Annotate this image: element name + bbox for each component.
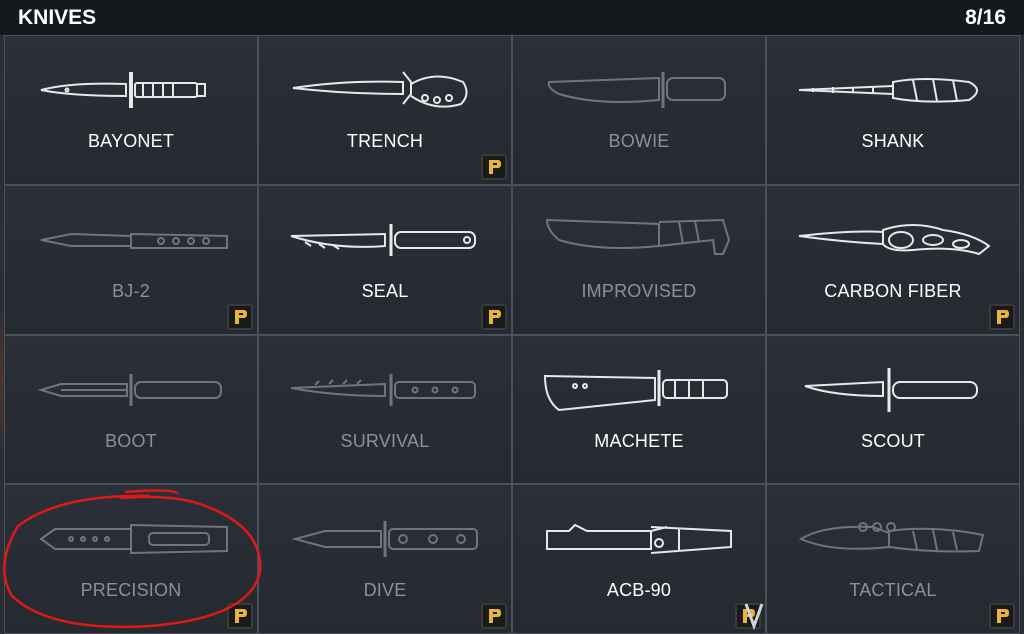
knife-name: SHANK bbox=[861, 131, 925, 151]
seal-knife-icon bbox=[290, 223, 476, 256]
premium-badge-icon bbox=[227, 303, 253, 330]
bowie-knife-icon bbox=[547, 72, 726, 108]
knife-tile-scout[interactable]: SCOUT bbox=[767, 335, 1019, 484]
knife-tile-shank[interactable]: SHANK bbox=[767, 36, 1019, 184]
knife-tile-seal[interactable]: SEAL bbox=[259, 185, 511, 334]
acb-90-knife-icon bbox=[546, 524, 732, 555]
category-header: KNIVES 8/16 bbox=[0, 0, 1024, 35]
knife-tile-bj-2[interactable]: BJ-2 bbox=[5, 185, 257, 334]
premium-badge-icon bbox=[481, 603, 507, 629]
knife-grid: BAYONET TRENCH BOWIE SHANK BJ-2 SEAL IMP… bbox=[4, 35, 1020, 634]
premium-badge-icon bbox=[989, 603, 1015, 629]
knife-tile-survival[interactable]: SURVIVAL bbox=[259, 335, 511, 484]
knife-name: DIVE bbox=[363, 580, 407, 601]
dive-knife-icon bbox=[291, 521, 478, 558]
knife-name: SEAL bbox=[361, 280, 409, 301]
bayonet-knife-icon bbox=[40, 72, 206, 108]
bj-2-knife-icon bbox=[40, 232, 228, 249]
knife-tile-trench[interactable]: TRENCH bbox=[259, 36, 511, 184]
knife-tile-tactical[interactable]: TACTICAL bbox=[767, 485, 1019, 633]
shank-knife-icon bbox=[798, 78, 978, 103]
machete-knife-icon bbox=[543, 369, 728, 411]
scout-knife-icon bbox=[804, 367, 978, 412]
boot-knife-icon bbox=[37, 373, 222, 406]
knife-name: TACTICAL bbox=[849, 580, 937, 601]
knife-name: BAYONET bbox=[87, 131, 175, 151]
knife-tile-bayonet[interactable]: BAYONET bbox=[5, 36, 257, 184]
survival-knife-icon bbox=[290, 373, 476, 406]
knife-name: BOOT bbox=[105, 430, 157, 451]
knife-name: ACB-90 bbox=[606, 580, 672, 601]
knife-name: BJ-2 bbox=[112, 280, 150, 301]
knife-name: PRECISION bbox=[80, 580, 182, 601]
premium-badge-icon bbox=[227, 603, 253, 629]
knife-name: SCOUT bbox=[861, 430, 925, 451]
knife-tile-acb-90[interactable]: ACB-90 bbox=[513, 485, 765, 633]
trench-knife-icon bbox=[292, 71, 468, 108]
knife-name: IMPROVISED bbox=[581, 280, 697, 301]
chevron-down-icon[interactable] bbox=[742, 600, 766, 630]
precision-knife-icon bbox=[39, 524, 228, 555]
premium-badge-icon bbox=[989, 303, 1015, 330]
knife-name: BOWIE bbox=[608, 131, 670, 151]
knife-name: TRENCH bbox=[346, 131, 424, 151]
knife-name: MACHETE bbox=[594, 430, 684, 451]
knife-name: SURVIVAL bbox=[340, 430, 430, 451]
premium-badge-icon bbox=[481, 303, 507, 330]
category-title: KNIVES bbox=[18, 5, 97, 29]
knife-tile-precision[interactable]: PRECISION bbox=[5, 485, 257, 633]
carbon-fiber-knife-icon bbox=[798, 223, 991, 255]
knife-tile-bowie[interactable]: BOWIE bbox=[513, 36, 765, 184]
knife-tile-improvised[interactable]: IMPROVISED bbox=[513, 185, 765, 334]
knife-name: CARBON FIBER bbox=[824, 280, 962, 301]
knife-tile-boot[interactable]: BOOT bbox=[5, 335, 257, 484]
tactical-knife-icon bbox=[798, 522, 985, 553]
knife-tile-carbon-fiber[interactable]: CARBON FIBER bbox=[767, 185, 1019, 334]
knife-tile-dive[interactable]: DIVE bbox=[259, 485, 511, 633]
unlock-count: 8/16 bbox=[965, 5, 1006, 29]
premium-badge-icon bbox=[481, 153, 507, 180]
knife-tile-machete[interactable]: MACHETE bbox=[513, 335, 765, 484]
improvised-knife-icon bbox=[545, 218, 731, 255]
